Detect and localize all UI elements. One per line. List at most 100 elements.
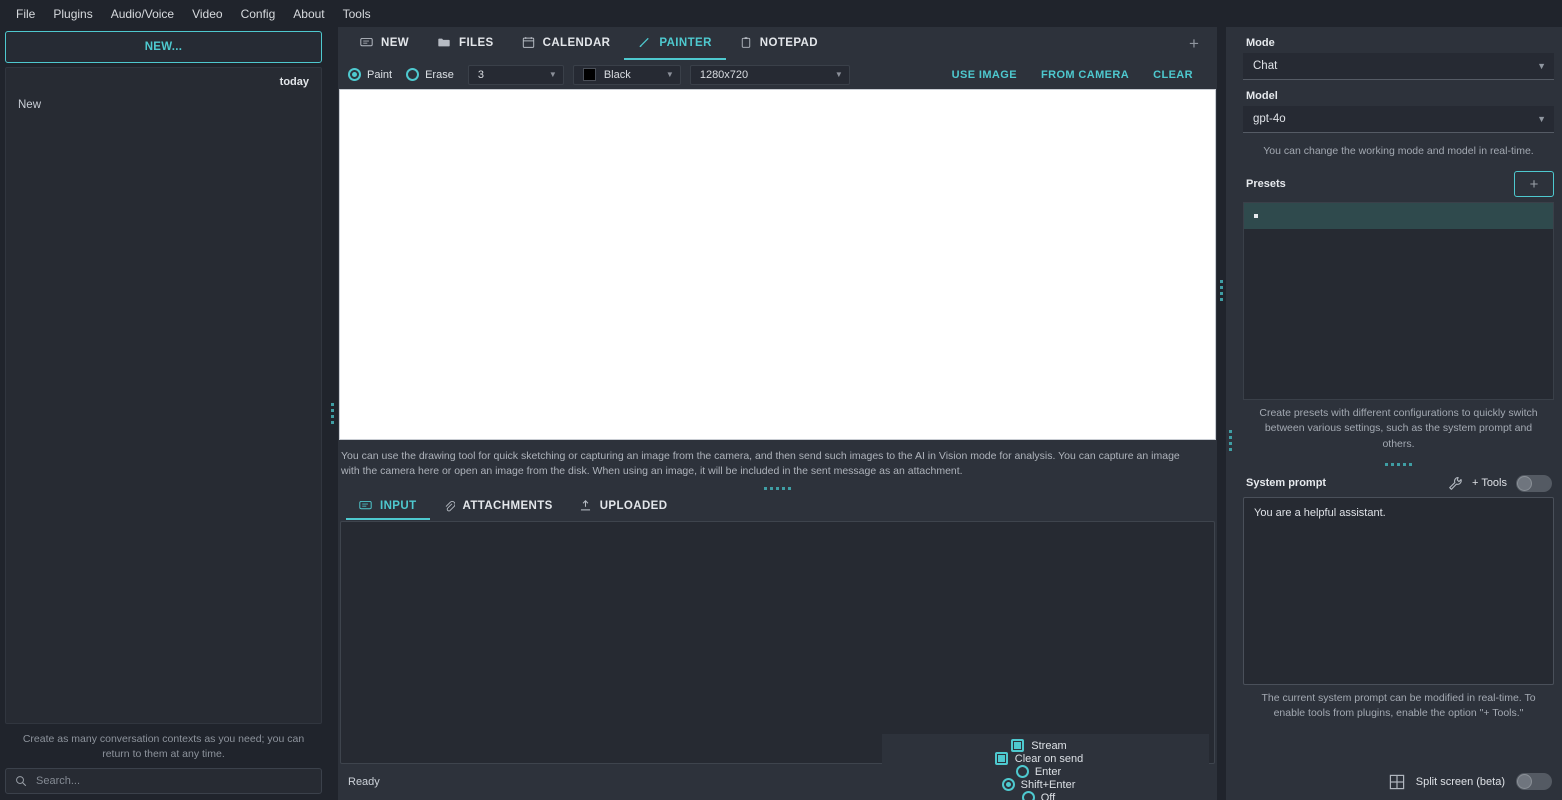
new-conversation-button[interactable]: NEW... [5, 31, 322, 63]
system-prompt-input[interactable]: You are a helpful assistant. [1243, 496, 1554, 685]
radio-indicator [1021, 791, 1035, 800]
radio-indicator [1015, 765, 1029, 778]
send-mode-label: Enter [1034, 765, 1062, 778]
stream-label: Stream [1031, 739, 1067, 752]
menu-item-audio-voice[interactable]: Audio/Voice [102, 4, 183, 24]
tab-files[interactable]: FILES [423, 27, 508, 60]
canvas-resolution-select[interactable]: 1280x720 ▼ [689, 64, 850, 85]
tools-toggle[interactable] [1516, 474, 1552, 492]
clear-on-send-checkbox[interactable]: Clear on send [994, 752, 1084, 765]
search-icon [15, 775, 27, 787]
list-item[interactable]: New [6, 94, 321, 116]
erase-mode-label: Erase [425, 68, 454, 81]
system-prompt-hint: The current system prompt can be modifie… [1261, 691, 1536, 720]
splitter-presets[interactable] [1243, 456, 1554, 469]
grid-icon [1389, 774, 1405, 790]
presets-hint: Create presets with different configurat… [1259, 407, 1538, 450]
application-window: File Plugins Audio/Voice Video Config Ab… [0, 0, 1562, 800]
chevron-down-icon: ▼ [1537, 114, 1546, 124]
search-input[interactable] [36, 775, 312, 787]
tab-calendar[interactable]: CALENDAR [508, 27, 625, 60]
system-prompt-header: System prompt + Tools [1243, 469, 1554, 497]
add-preset-button[interactable]: + [1514, 171, 1554, 198]
clear-on-send-label: Clear on send [1014, 752, 1084, 765]
stream-checkbox[interactable]: Stream [1011, 739, 1067, 752]
tab-new[interactable]: NEW [346, 27, 423, 60]
input-zone: INPUT ATTACHMENTS UPLOADED Ready Stream … [338, 493, 1217, 800]
erase-mode-radio[interactable]: Erase [406, 68, 454, 81]
model-select[interactable]: gpt-4o ▼ [1243, 106, 1554, 133]
splitter-handle-dots [1220, 280, 1223, 301]
tab-painter[interactable]: PAINTER [624, 27, 726, 60]
split-screen-label: Split screen (beta) [1415, 775, 1505, 788]
brush-color-value: Black [603, 68, 631, 81]
checkbox-indicator [1011, 739, 1025, 752]
mode-value: Chat [1253, 60, 1278, 72]
menu-item-config[interactable]: Config [232, 4, 285, 24]
toggle-knob [1517, 475, 1532, 491]
presets-label: Presets [1246, 178, 1286, 191]
conversation-list[interactable]: today New [5, 67, 322, 724]
splitter-left[interactable] [327, 27, 338, 800]
tab-input[interactable]: INPUT [346, 493, 430, 520]
splitter-center[interactable] [1217, 27, 1226, 800]
conversations-sidebar: NEW... today New Create as many conversa… [0, 27, 327, 800]
main-body: NEW... today New Create as many conversa… [0, 27, 1562, 800]
splitter-right[interactable] [1226, 27, 1235, 800]
chat-icon [360, 36, 373, 49]
send-mode-shift-enter-radio[interactable]: Shift+Enter [1001, 778, 1075, 791]
mode-select[interactable]: Chat ▼ [1243, 53, 1554, 80]
search-box[interactable] [5, 768, 322, 794]
wrench-icon [1448, 476, 1463, 491]
message-input[interactable] [340, 521, 1215, 764]
brush-size-value: 3 [477, 68, 484, 81]
mode-hint: You can change the working mode and mode… [1263, 145, 1534, 157]
painter-canvas[interactable] [339, 89, 1216, 440]
clear-canvas-button[interactable]: CLEAR [1153, 69, 1193, 81]
radio-indicator [1001, 778, 1015, 791]
presets-list[interactable] [1243, 202, 1554, 401]
paint-mode-radio[interactable]: Paint [348, 68, 392, 81]
settings-sidebar: Mode Chat ▼ Model gpt-4o ▼ You can chang… [1235, 27, 1562, 800]
notepad-icon [740, 36, 752, 49]
painter-hint: You can use the drawing tool for quick s… [341, 449, 1180, 478]
tools-label: + Tools [1472, 477, 1507, 490]
split-screen-toggle[interactable] [1516, 773, 1552, 790]
list-item[interactable] [1244, 203, 1553, 230]
painter-actions: USE IMAGE FROM CAMERA CLEAR [952, 69, 1211, 81]
brush-size-select[interactable]: 3 ▼ [467, 64, 564, 85]
splitter-canvas-input[interactable] [338, 480, 1217, 493]
tab-attachments[interactable]: ATTACHMENTS [430, 493, 566, 520]
toggle-knob [1517, 774, 1532, 789]
conversation-group-label: today [279, 76, 309, 88]
system-prompt-label: System prompt [1246, 477, 1327, 490]
tab-notepad[interactable]: NOTEPAD [726, 27, 832, 60]
tab-uploaded[interactable]: UPLOADED [566, 493, 681, 520]
mode-label: Mode [1246, 37, 1275, 49]
menu-bar: File Plugins Audio/Voice Video Config Ab… [0, 0, 1562, 27]
model-label: Model [1246, 90, 1278, 102]
menu-item-tools[interactable]: Tools [334, 4, 380, 24]
add-tab-button[interactable]: + [1181, 27, 1207, 60]
preset-marker-icon [1254, 214, 1258, 219]
tab-label: CALENDAR [542, 36, 611, 49]
status-bar: Ready Stream Clear on send Enter Shift+E… [338, 734, 1217, 800]
chevron-down-icon: ▼ [665, 70, 674, 79]
input-tab-label: UPLOADED [599, 499, 668, 512]
folder-icon [437, 36, 451, 49]
send-mode-enter-radio[interactable]: Enter [1015, 765, 1062, 778]
upload-icon [579, 499, 592, 512]
input-tab-label: INPUT [380, 499, 417, 512]
from-camera-button[interactable]: FROM CAMERA [1041, 69, 1129, 81]
menu-item-about[interactable]: About [284, 4, 333, 24]
status-text: Ready [348, 776, 380, 788]
chat-icon [359, 499, 372, 512]
use-image-button[interactable]: USE IMAGE [952, 69, 1017, 81]
color-swatch [582, 68, 596, 81]
menu-item-file[interactable]: File [7, 4, 44, 24]
send-mode-off-radio[interactable]: Off [1021, 791, 1055, 800]
brush-color-select[interactable]: Black ▼ [572, 64, 681, 85]
menu-item-plugins[interactable]: Plugins [44, 4, 101, 24]
send-options: Stream Clear on send Enter Shift+Enter O… [882, 734, 1209, 800]
menu-item-video[interactable]: Video [183, 4, 231, 24]
